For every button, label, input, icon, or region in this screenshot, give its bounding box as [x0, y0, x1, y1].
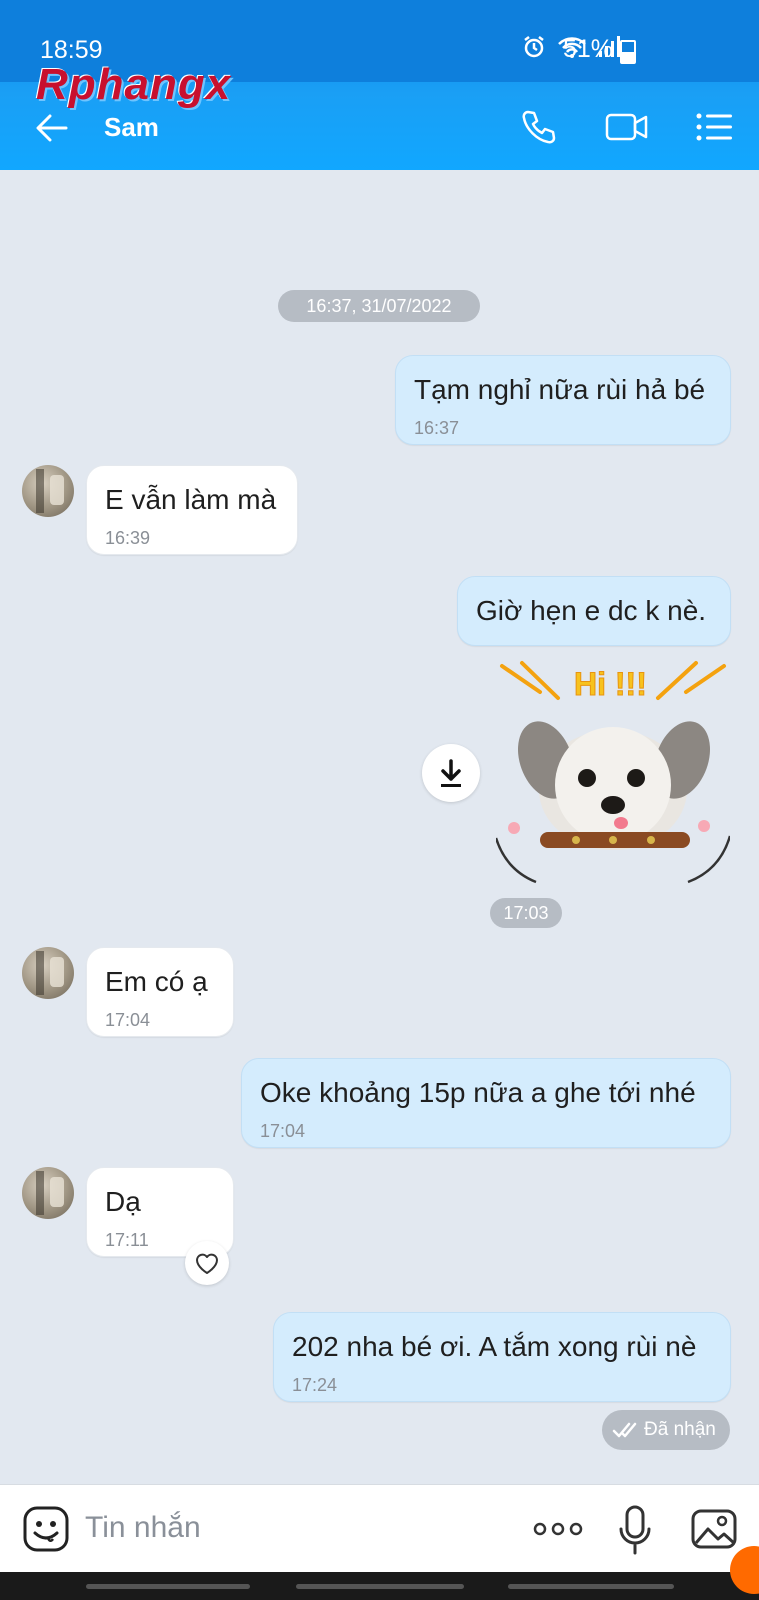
message-bubble-incoming[interactable]: Em có ạ 17:04 — [86, 947, 234, 1037]
message-text: Oke khoảng 15p nữa a ghe tới nhé — [260, 1077, 696, 1108]
message-bubble-outgoing[interactable]: Giờ hẹn e dc k nè. — [457, 576, 731, 646]
message-text: Tạm nghỉ nữa rùi hả bé — [414, 374, 706, 405]
delivery-status: Đã nhận — [602, 1410, 730, 1450]
app-header: 18:59 51% Rphangx Sam — [0, 0, 759, 170]
delivery-status-text: Đã nhận — [644, 1419, 716, 1440]
chat-toolbar: Sam — [0, 90, 759, 170]
battery-percent: 51% — [563, 35, 614, 63]
nav-back-handle[interactable] — [508, 1584, 674, 1589]
message-text: 202 nha bé ơi. A tắm xong rùi nè — [292, 1331, 697, 1362]
system-navigation-bar — [0, 1572, 759, 1600]
emoji-sticker-icon[interactable] — [22, 1505, 70, 1553]
alarm-icon — [524, 36, 544, 58]
message-input[interactable]: Tin nhắn — [85, 1511, 201, 1545]
download-icon — [441, 759, 461, 787]
menu-icon[interactable] — [692, 104, 738, 150]
contact-name[interactable]: Sam — [104, 112, 159, 143]
dog-sticker[interactable]: Hi !!! — [496, 660, 730, 890]
message-bubble-outgoing[interactable]: Oke khoảng 15p nữa a ghe tới nhé 17:04 — [241, 1058, 731, 1148]
message-bubble-outgoing[interactable]: Tạm nghỉ nữa rùi hả bé 16:37 — [395, 355, 731, 445]
phone-icon[interactable] — [516, 104, 562, 150]
message-text: E vẫn làm mà — [105, 484, 277, 515]
sticker-text: Hi !!! — [574, 666, 647, 702]
date-divider: 16:37, 31/07/2022 — [278, 290, 480, 322]
message-text: Giờ hẹn e dc k nè. — [476, 595, 707, 626]
microphone-icon[interactable] — [617, 1503, 653, 1557]
message-composer: Tin nhắn — [0, 1484, 759, 1573]
avatar[interactable] — [22, 947, 74, 999]
react-button[interactable] — [185, 1241, 229, 1285]
message-time: 17:04 — [260, 1121, 306, 1141]
heart-icon — [196, 1253, 218, 1274]
sticker-time: 17:03 — [490, 898, 562, 928]
double-check-icon — [612, 1422, 637, 1438]
avatar[interactable] — [22, 1167, 74, 1219]
download-button[interactable] — [422, 744, 480, 802]
message-bubble-outgoing[interactable]: 202 nha bé ơi. A tắm xong rùi nè 17:24 — [273, 1312, 731, 1402]
message-time: 17:11 — [105, 1230, 149, 1250]
message-text: Dạ — [105, 1186, 141, 1217]
image-gallery-icon[interactable] — [690, 1505, 738, 1553]
message-time: 16:39 — [105, 528, 151, 548]
avatar[interactable] — [22, 465, 74, 517]
video-call-icon[interactable] — [604, 104, 650, 150]
nav-recents-handle[interactable] — [86, 1584, 250, 1589]
message-time: 17:04 — [105, 1010, 151, 1030]
message-time: 16:37 — [414, 418, 460, 438]
message-time: 17:24 — [292, 1375, 338, 1395]
back-arrow-icon[interactable] — [30, 106, 74, 150]
message-bubble-incoming[interactable]: E vẫn làm mà 16:39 — [86, 465, 298, 555]
nav-home-handle[interactable] — [296, 1584, 464, 1589]
battery-icon — [620, 40, 636, 64]
message-text: Em có ạ — [105, 966, 208, 997]
more-options-icon[interactable] — [532, 1517, 584, 1541]
